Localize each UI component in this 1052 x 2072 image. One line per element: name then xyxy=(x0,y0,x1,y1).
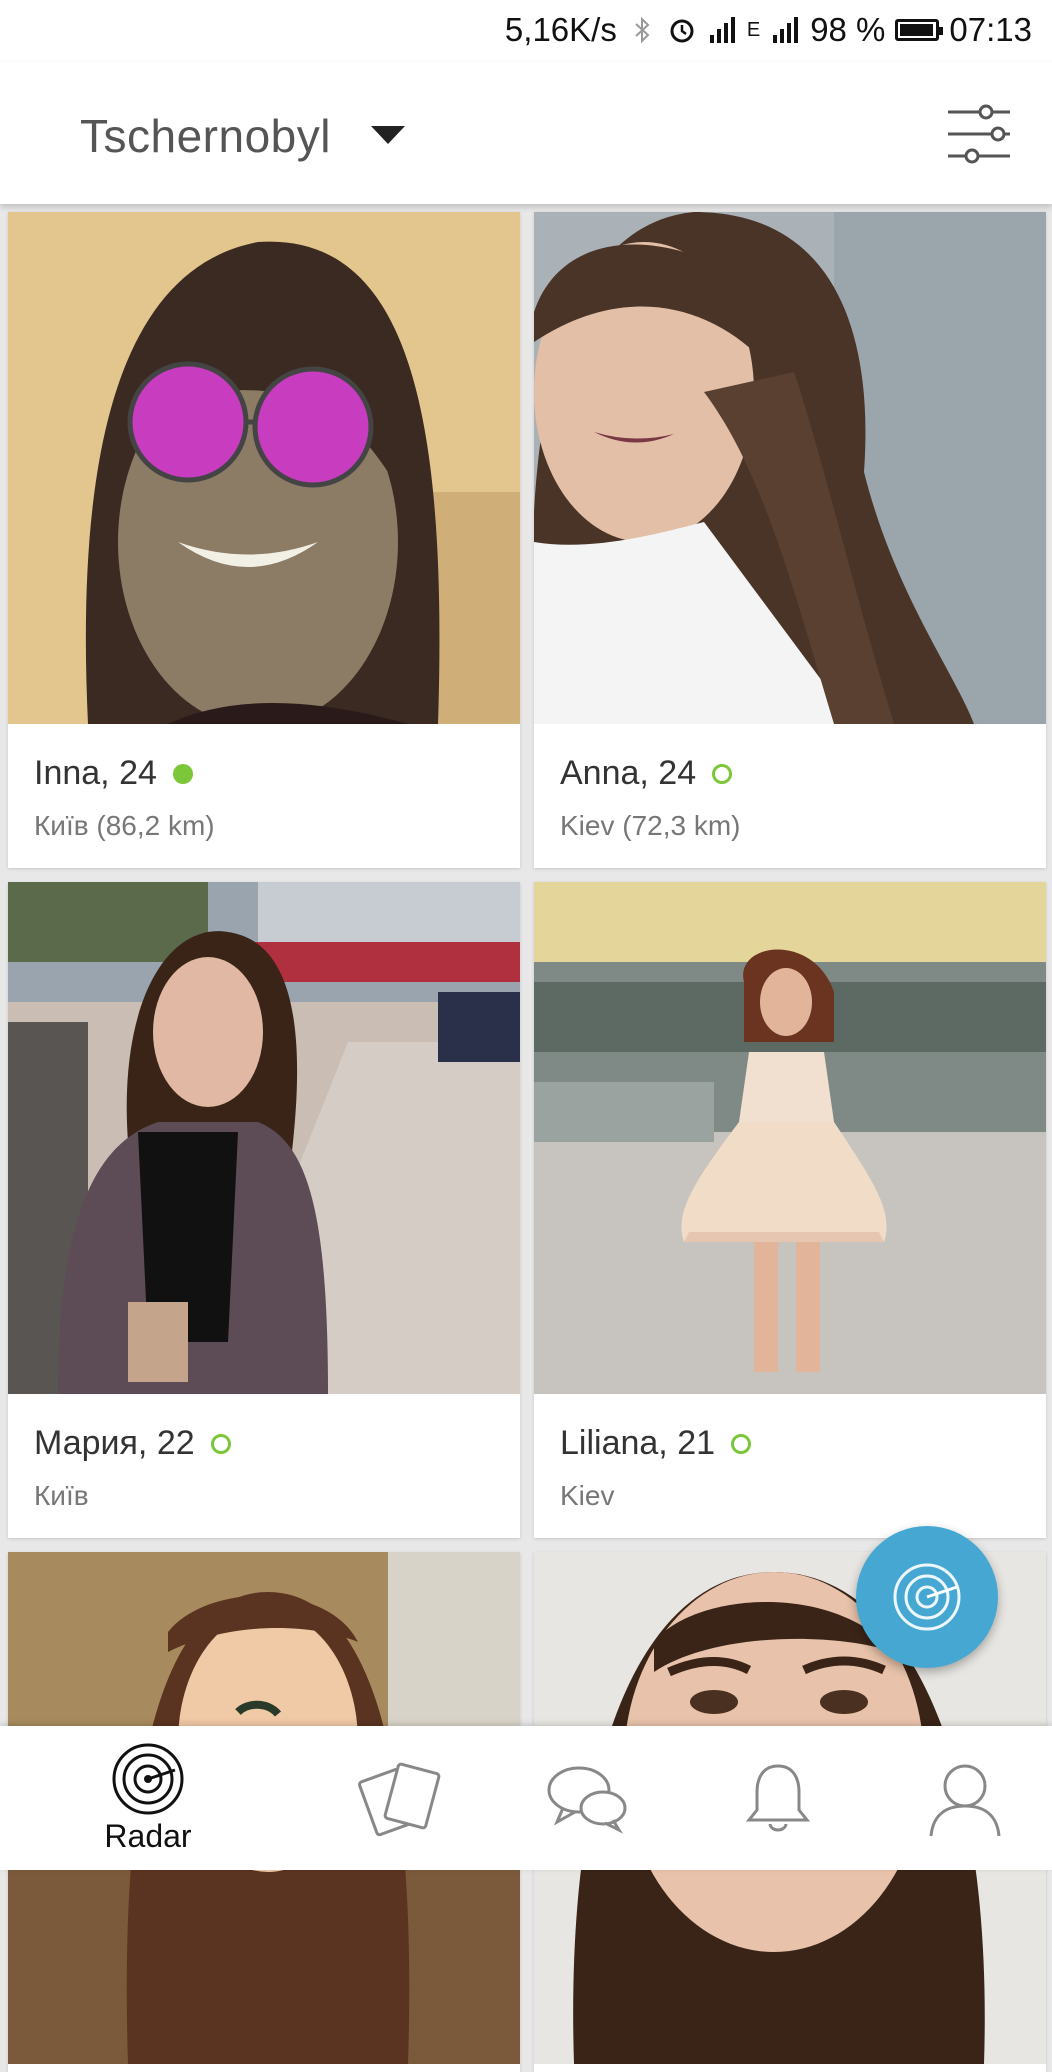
network-type: E xyxy=(746,18,761,41)
profile-location: Kiev (72,3 km) xyxy=(560,810,741,841)
profile-name: Мария, 22 xyxy=(34,1424,195,1462)
cards-icon xyxy=(358,1762,441,1837)
battery-fill xyxy=(900,24,934,36)
nav-profile[interactable] xyxy=(890,1726,1040,1870)
nav-notifications[interactable] xyxy=(703,1726,853,1870)
profile-name: Liliana, 21 xyxy=(560,1424,716,1462)
caret-down-icon xyxy=(370,126,405,144)
bottom-navigation: Radar xyxy=(0,1726,1052,1870)
app-bar: Tschernobyl xyxy=(0,62,1052,204)
profile-info: Мария, 22 Київ xyxy=(8,1394,520,1538)
location-dropdown[interactable]: Tschernobyl xyxy=(80,106,405,166)
profile-location: Київ xyxy=(34,1480,89,1511)
profile-photo xyxy=(8,212,520,724)
profile-card[interactable]: Liliana, 21 Kiev xyxy=(534,882,1046,1538)
profile-photo xyxy=(534,882,1046,1394)
profile-location: Kiev xyxy=(560,1480,615,1511)
profile-name: Inna, 24 xyxy=(34,754,157,792)
network-speed: 5,16K/s xyxy=(504,11,617,48)
profile-photo xyxy=(8,882,520,1394)
offline-status-icon xyxy=(210,1433,231,1454)
battery-icon xyxy=(895,19,944,41)
profile-info: Liliana, 21 Kiev xyxy=(534,1394,1046,1538)
radar-fab-button[interactable] xyxy=(856,1526,998,1668)
nav-radar[interactable]: Radar xyxy=(73,1726,223,1870)
bell-icon xyxy=(745,1764,811,1832)
nav-cards[interactable] xyxy=(325,1726,475,1870)
filter-button[interactable] xyxy=(946,104,1012,164)
location-label: Tschernobyl xyxy=(80,110,331,162)
profile-location: Київ (86,2 km) xyxy=(34,810,215,841)
profile-photo xyxy=(534,212,1046,724)
chat-icon xyxy=(547,1766,627,1834)
battery-percent: 98 % xyxy=(810,11,886,48)
status-bar: 5,16K/s E 98 % 07:13 xyxy=(0,0,1052,62)
sliders-icon xyxy=(948,104,1010,164)
profile-icon xyxy=(929,1764,1001,1837)
profile-info: Inna, 24 Київ (86,2 km) xyxy=(8,724,520,868)
nav-radar-label: Radar xyxy=(104,1817,192,1854)
clock: 07:13 xyxy=(949,11,1032,48)
profile-card[interactable]: Inna, 24 Київ (86,2 km) xyxy=(8,212,520,868)
radar-icon xyxy=(112,1743,184,1814)
radar-icon xyxy=(893,1563,961,1631)
offline-status-icon xyxy=(731,1433,752,1454)
alarm-icon xyxy=(670,19,694,43)
offline-status-icon xyxy=(712,763,733,784)
profile-info: Anna, 24 Kiev (72,3 km) xyxy=(534,724,1046,868)
signal-icon-2 xyxy=(773,17,799,43)
nav-chat[interactable] xyxy=(513,1726,663,1870)
profile-card[interactable]: Anna, 24 Kiev (72,3 km) xyxy=(534,212,1046,868)
profile-name: Anna, 24 xyxy=(560,754,697,792)
profile-card[interactable]: Мария, 22 Київ xyxy=(8,882,520,1538)
online-status-icon xyxy=(172,763,193,784)
signal-icon xyxy=(709,17,735,43)
bluetooth-icon xyxy=(635,16,650,44)
